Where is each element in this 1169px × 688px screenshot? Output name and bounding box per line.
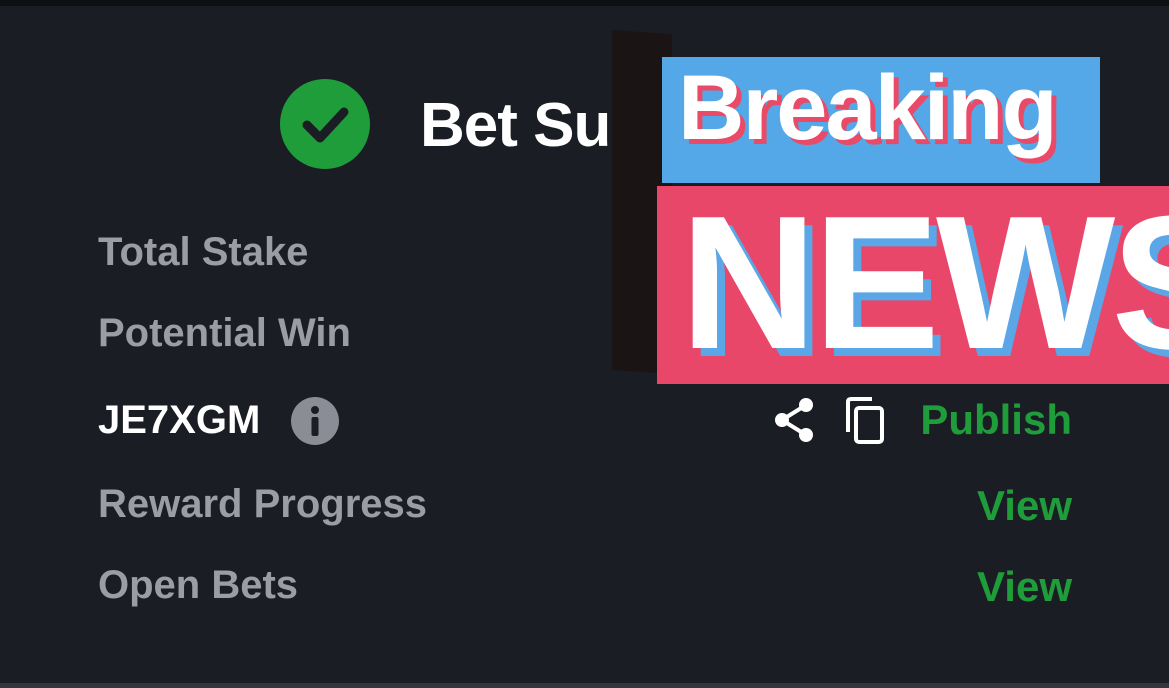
check-circle-icon bbox=[280, 79, 370, 169]
share-icon[interactable] bbox=[772, 396, 816, 449]
bottom-border bbox=[0, 683, 1169, 688]
publish-button[interactable]: Publish bbox=[920, 396, 1072, 444]
total-stake-label: Total Stake bbox=[98, 230, 309, 274]
booking-code: JE7XGM bbox=[98, 398, 261, 442]
top-border bbox=[0, 0, 1169, 6]
breaking-text: Breaking bbox=[678, 57, 1058, 159]
open-bets-view-link[interactable]: View bbox=[977, 563, 1072, 611]
potential-win-label: Potential Win bbox=[98, 311, 351, 355]
info-icon[interactable] bbox=[291, 397, 339, 445]
news-text: NEWS bbox=[680, 177, 1169, 389]
bet-confirmation-screen: Bet Successful Total Stake Potential Win… bbox=[0, 0, 1169, 688]
reward-progress-label: Reward Progress bbox=[98, 482, 428, 526]
reward-progress-view-link[interactable]: View bbox=[977, 482, 1072, 530]
open-bets-label: Open Bets bbox=[98, 563, 299, 607]
copy-icon[interactable] bbox=[842, 396, 888, 451]
